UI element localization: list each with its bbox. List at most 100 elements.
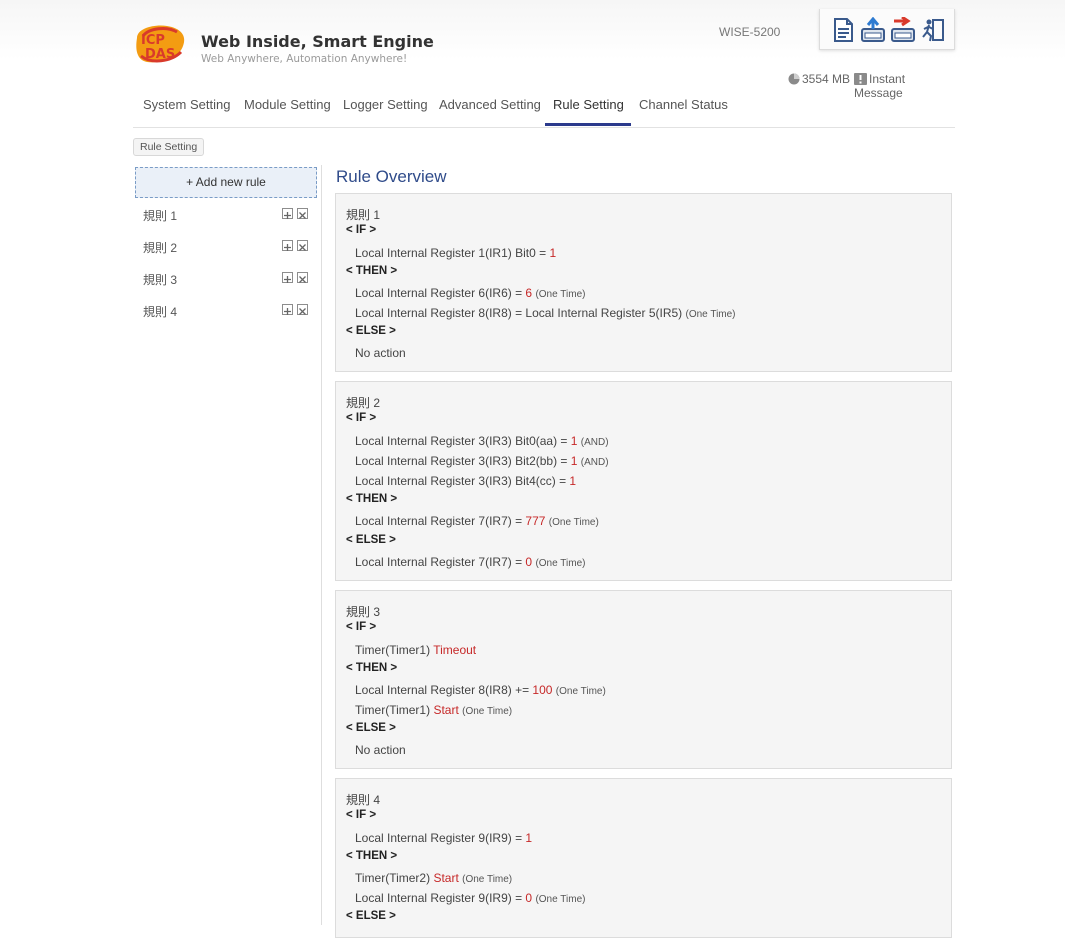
active-tab-indicator (545, 123, 631, 126)
line-text: Local Internal Register 3(IR3) Bit4(cc) … (355, 474, 570, 488)
message-icon (854, 73, 867, 85)
delete-icon[interactable] (297, 240, 308, 251)
line-text: Local Internal Register 8(IR8) += (355, 683, 533, 697)
add-new-rule-button[interactable]: + Add new rule (135, 167, 317, 198)
logout-icon[interactable] (920, 17, 946, 43)
storage-icon (788, 73, 800, 85)
sidebar-rule-label: 規則 2 (143, 241, 178, 255)
line-text: Local Internal Register 7(IR7) = (355, 555, 526, 569)
then-header: < THEN > (346, 662, 398, 674)
line-text: Timer(Timer1) (355, 703, 434, 717)
line-note: (One Time) (535, 894, 586, 905)
line-text: Local Internal Register 1(IR1) Bit0 = (355, 246, 550, 260)
line-note: (One Time) (685, 309, 736, 320)
tab-module-setting[interactable]: Module Setting (244, 97, 331, 112)
line-value: 1 (569, 474, 577, 488)
rule-card-2[interactable]: 規則 2 < IF > Local Internal Register 3(IR… (335, 381, 952, 581)
action-line: Local Internal Register 7(IR7) = 777 (On… (355, 514, 599, 528)
line-note: (One Time) (462, 706, 513, 717)
line-text: Timer(Timer2) (355, 871, 434, 885)
company-logo: ICP DAS (133, 22, 189, 70)
action-line: Local Internal Register 9(IR9) = 0 (One … (355, 891, 585, 905)
line-note: (One Time) (548, 517, 599, 528)
if-header: < IF > (346, 224, 377, 236)
sidebar-rule-item[interactable]: 規則 3 (143, 271, 313, 289)
tab-rule-setting[interactable]: Rule Setting (553, 97, 624, 112)
rule-card-1[interactable]: 規則 1 < IF > Local Internal Register 1(IR… (335, 193, 952, 372)
svg-text:DAS: DAS (145, 47, 175, 62)
line-value: 100 (532, 683, 553, 697)
action-line: Local Internal Register 8(IR8) += 100 (O… (355, 683, 606, 697)
document-icon[interactable] (830, 17, 856, 43)
condition-line: Local Internal Register 3(IR3) Bit0(aa) … (355, 434, 609, 448)
sidebar-divider (321, 165, 322, 925)
rule-name: 規則 3 (346, 605, 381, 619)
line-value: Start (433, 871, 459, 885)
if-header: < IF > (346, 621, 377, 633)
breadcrumb[interactable]: Rule Setting (133, 138, 205, 156)
if-header: < IF > (346, 412, 377, 424)
action-line: Local Internal Register 6(IR6) = 6 (One … (355, 286, 585, 300)
action-line: Timer(Timer2) Start (One Time) (355, 871, 512, 885)
then-header: < THEN > (346, 850, 398, 862)
line-note: (One Time) (535, 289, 586, 300)
tab-system-setting[interactable]: System Setting (143, 97, 230, 112)
line-value: 777 (525, 514, 546, 528)
delete-icon[interactable] (297, 208, 308, 219)
instant-message-link[interactable]: Instant Message (854, 72, 955, 100)
upload-icon[interactable] (860, 16, 886, 43)
line-text: Local Internal Register 9(IR9) = (355, 831, 526, 845)
sidebar-rule-item[interactable]: 規則 2 (143, 239, 313, 257)
line-text: Local Internal Register 6(IR6) = (355, 286, 526, 300)
condition-line: Local Internal Register 9(IR9) = 1 (355, 831, 532, 845)
else-header: < ELSE > (346, 534, 396, 546)
tab-advanced-setting[interactable]: Advanced Setting (439, 97, 541, 112)
storage-value: 3554 MB (802, 72, 851, 86)
rule-card-3[interactable]: 規則 3 < IF > Timer(Timer1) Timeout < THEN… (335, 590, 952, 769)
sidebar-rule-item[interactable]: 規則 4 (143, 303, 313, 321)
sidebar-rule-label: 規則 1 (143, 209, 178, 223)
then-header: < THEN > (346, 265, 398, 277)
tab-channel-status[interactable]: Channel Status (639, 97, 728, 112)
else-line: No action (355, 743, 406, 757)
line-text: Local Internal Register 7(IR7) = (355, 514, 526, 528)
condition-line: Local Internal Register 1(IR1) Bit0 = 1 (355, 246, 556, 260)
device-model: WISE-5200 (719, 25, 781, 39)
line-value: Timeout (433, 643, 477, 657)
rule-name: 規則 2 (346, 396, 381, 410)
else-header: < ELSE > (346, 325, 396, 337)
line-text: Local Internal Register 9(IR9) = (355, 891, 526, 905)
add-icon[interactable] (282, 304, 293, 315)
add-icon[interactable] (282, 208, 293, 219)
action-line: Timer(Timer1) Start (One Time) (355, 703, 512, 717)
delete-icon[interactable] (297, 272, 308, 283)
tab-logger-setting[interactable]: Logger Setting (343, 97, 428, 112)
brand-title: Web Inside, Smart Engine (201, 32, 434, 51)
if-header: < IF > (346, 809, 377, 821)
main-nav: System Setting Module Setting Logger Set… (133, 97, 955, 128)
page-title: Rule Overview (336, 167, 447, 186)
add-icon[interactable] (282, 240, 293, 251)
then-header: < THEN > (346, 493, 398, 505)
sidebar-rule-item[interactable]: 規則 1 (143, 207, 313, 225)
rule-name: 規則 1 (346, 208, 381, 222)
download-icon[interactable] (890, 15, 916, 43)
line-value: 1 (525, 831, 533, 845)
line-text: Local Internal Register 3(IR3) Bit2(bb) … (355, 454, 571, 468)
line-note: (AND) (580, 457, 609, 468)
line-text: Timer(Timer1) (355, 643, 434, 657)
rule-card-4[interactable]: 規則 4 < IF > Local Internal Register 9(IR… (335, 778, 952, 938)
storage-status: 3554 MB (788, 72, 850, 86)
svg-text:ICP: ICP (141, 33, 165, 48)
line-text: Local Internal Register 3(IR3) Bit0(aa) … (355, 434, 571, 448)
line-text: No action (355, 346, 406, 360)
line-note: (One Time) (535, 558, 586, 569)
add-icon[interactable] (282, 272, 293, 283)
line-note: (One Time) (462, 874, 513, 885)
else-line: Local Internal Register 7(IR7) = 0 (One … (355, 555, 585, 569)
sidebar-rule-label: 規則 4 (143, 305, 178, 319)
delete-icon[interactable] (297, 304, 308, 315)
else-header: < ELSE > (346, 910, 396, 922)
condition-line: Local Internal Register 3(IR3) Bit4(cc) … (355, 474, 576, 488)
line-note: (One Time) (555, 686, 606, 697)
